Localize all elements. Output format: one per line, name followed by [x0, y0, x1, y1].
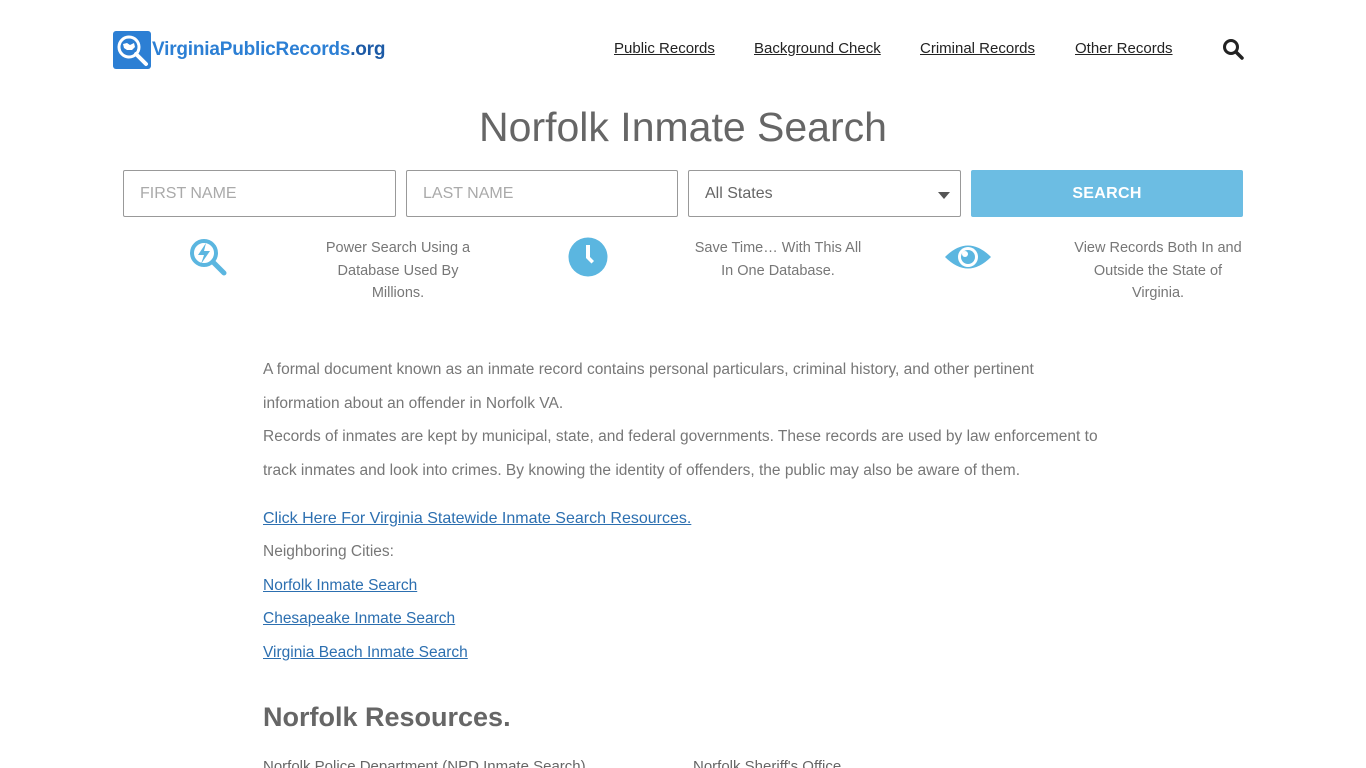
feature-power-search-text: Power Search Using a Database Used By Mi…: [308, 237, 488, 305]
last-name-input[interactable]: [407, 171, 677, 216]
last-name-field-wrapper: [406, 170, 678, 217]
feature-text-line: Millions.: [371, 285, 425, 301]
logo-text-main: VirginiaPublicRecords: [152, 39, 351, 60]
eye-icon: [944, 236, 992, 280]
intro-paragraph-2: Records of inmates are kept by municipal…: [263, 428, 1098, 480]
state-select[interactable]: All States: [688, 170, 961, 217]
logo-magnifier-icon: [113, 31, 151, 69]
nav-public-records[interactable]: Public Records: [614, 40, 715, 57]
neighboring-cities-label: Neighboring Cities:: [263, 543, 394, 560]
feature-text-line: Database Used By: [337, 262, 459, 279]
feature-text-line: Virginia.: [1131, 285, 1185, 301]
resource-norfolk-sheriff[interactable]: Norfolk Sheriff's Office: [693, 758, 841, 768]
chevron-down-icon: [938, 192, 950, 199]
intro-text: A formal document known as an inmate rec…: [263, 353, 1103, 488]
logo-text-tld: .org: [350, 39, 386, 60]
feature-text-line: View Records Both In and: [1074, 240, 1242, 256]
feature-text-line: In One Database.: [721, 262, 835, 279]
resources-heading: Norfolk Resources.: [263, 702, 511, 732]
feature-text-line: Outside the State of: [1093, 262, 1223, 279]
intro-paragraph-1: A formal document known as an inmate rec…: [263, 361, 1034, 412]
state-select-value: All States: [705, 184, 773, 202]
nav-background-check[interactable]: Background Check: [754, 40, 881, 57]
site-logo[interactable]: VirginiaPublicRecords.org: [113, 30, 385, 70]
first-name-input[interactable]: [124, 171, 395, 216]
feature-save-time-text: Save Time… With This All In One Database…: [688, 237, 868, 282]
search-icon[interactable]: [1222, 38, 1244, 60]
page-title: Norfolk Inmate Search: [479, 104, 887, 150]
first-name-field-wrapper: [123, 170, 396, 217]
power-search-icon: [186, 236, 230, 280]
neighbor-link-virginia-beach[interactable]: Virginia Beach Inmate Search: [263, 644, 468, 662]
logo-text: VirginiaPublicRecords.org: [152, 39, 385, 61]
resource-norfolk-police[interactable]: Norfolk Police Department (NPD Inmate Se…: [263, 758, 586, 768]
feature-view-records-text: View Records Both In and Outside the Sta…: [1068, 237, 1248, 305]
neighbor-link-norfolk[interactable]: Norfolk Inmate Search: [263, 577, 417, 595]
search-button[interactable]: SEARCH: [971, 170, 1243, 217]
feature-text-line: Power Search Using a: [325, 240, 471, 256]
nav-other-records[interactable]: Other Records: [1075, 40, 1173, 57]
nav-criminal-records[interactable]: Criminal Records: [920, 40, 1035, 57]
statewide-inmate-search-link[interactable]: Click Here For Virginia Statewide Inmate…: [263, 510, 691, 528]
feature-text-line: Save Time… With This All: [694, 240, 862, 256]
neighbor-link-chesapeake[interactable]: Chesapeake Inmate Search: [263, 610, 455, 628]
clock-icon: [566, 236, 610, 280]
